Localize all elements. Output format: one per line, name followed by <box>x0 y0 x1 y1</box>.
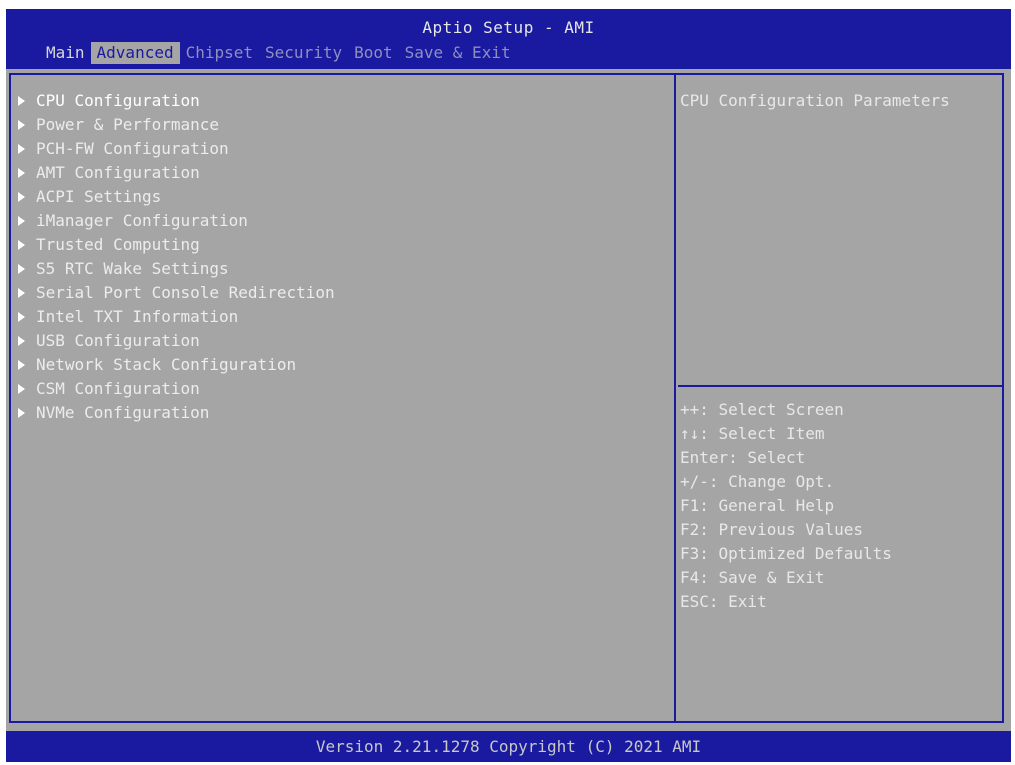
help-separator <box>678 385 1002 387</box>
tab-security[interactable]: Security <box>259 42 348 64</box>
tab-bar: Main Advanced Chipset Security Boot Save… <box>40 42 517 64</box>
menu-item-imanager-configuration[interactable]: iManager Configuration <box>18 209 335 233</box>
menu-item-label: Intel TXT Information <box>36 307 239 326</box>
right-triangle-icon <box>18 120 25 130</box>
tab-boot[interactable]: Boot <box>348 42 399 64</box>
right-triangle-icon <box>18 168 25 178</box>
bios-screen: Aptio Setup - AMI Main Advanced Chipset … <box>6 9 1011 762</box>
menu-item-nvme-configuration[interactable]: NVMe Configuration <box>18 401 335 425</box>
right-triangle-icon <box>18 384 25 394</box>
advanced-menu: CPU Configuration Power & Performance PC… <box>18 89 335 425</box>
right-triangle-icon <box>18 360 25 370</box>
panel-divider <box>674 73 676 723</box>
key-help-select-screen: ++: Select Screen <box>680 400 844 419</box>
menu-item-usb-configuration[interactable]: USB Configuration <box>18 329 335 353</box>
menu-item-cpu-configuration[interactable]: CPU Configuration <box>18 89 335 113</box>
app-title: Aptio Setup - AMI <box>422 18 595 37</box>
key-help-f3: F3: Optimized Defaults <box>680 544 892 563</box>
menu-item-label: PCH-FW Configuration <box>36 139 229 158</box>
item-description: CPU Configuration Parameters <box>680 91 950 110</box>
menu-item-amt-configuration[interactable]: AMT Configuration <box>18 161 335 185</box>
key-help-f4: F4: Save & Exit <box>680 568 825 587</box>
right-triangle-icon <box>18 216 25 226</box>
key-help-select-item: ↑↓: Select Item <box>680 424 825 443</box>
right-triangle-icon <box>18 408 25 418</box>
menu-item-label: CPU Configuration <box>36 91 200 110</box>
tab-advanced[interactable]: Advanced <box>90 42 180 64</box>
header-divider <box>6 64 1011 69</box>
right-triangle-icon <box>18 312 25 322</box>
right-triangle-icon <box>18 96 25 106</box>
menu-item-label: iManager Configuration <box>36 211 248 230</box>
tab-chipset[interactable]: Chipset <box>180 42 259 64</box>
key-help-f2: F2: Previous Values <box>680 520 864 539</box>
menu-item-label: ACPI Settings <box>36 187 162 206</box>
version-footer: Version 2.21.1278 Copyright (C) 2021 AMI <box>6 731 1011 762</box>
menu-item-trusted-computing[interactable]: Trusted Computing <box>18 233 335 257</box>
menu-item-csm-configuration[interactable]: CSM Configuration <box>18 377 335 401</box>
menu-item-serial-port-console-redirection[interactable]: Serial Port Console Redirection <box>18 281 335 305</box>
menu-item-label: NVMe Configuration <box>36 403 210 422</box>
right-triangle-icon <box>18 192 25 202</box>
menu-item-label: S5 RTC Wake Settings <box>36 259 229 278</box>
key-help-esc: ESC: Exit <box>680 592 767 611</box>
menu-item-label: Serial Port Console Redirection <box>36 283 335 302</box>
menu-item-pch-fw-configuration[interactable]: PCH-FW Configuration <box>18 137 335 161</box>
menu-item-s5-rtc-wake-settings[interactable]: S5 RTC Wake Settings <box>18 257 335 281</box>
key-help-list: ++: Select Screen ↑↓: Select Item Enter:… <box>680 398 892 614</box>
menu-item-label: Network Stack Configuration <box>36 355 297 374</box>
tab-save-exit[interactable]: Save & Exit <box>399 42 517 64</box>
tab-main[interactable]: Main <box>40 42 91 64</box>
right-triangle-icon <box>18 144 25 154</box>
right-triangle-icon <box>18 336 25 346</box>
menu-item-label: Power & Performance <box>36 115 220 134</box>
right-triangle-icon <box>18 240 25 250</box>
menu-item-network-stack-configuration[interactable]: Network Stack Configuration <box>18 353 335 377</box>
key-help-enter: Enter: Select <box>680 448 806 467</box>
key-help-change-opt: +/-: Change Opt. <box>680 472 835 491</box>
key-help-f1: F1: General Help <box>680 496 835 515</box>
title-bar: Aptio Setup - AMI Main Advanced Chipset … <box>6 9 1011 64</box>
menu-item-label: Trusted Computing <box>36 235 200 254</box>
menu-item-intel-txt-information[interactable]: Intel TXT Information <box>18 305 335 329</box>
right-triangle-icon <box>18 288 25 298</box>
menu-item-power-performance[interactable]: Power & Performance <box>18 113 335 137</box>
menu-item-acpi-settings[interactable]: ACPI Settings <box>18 185 335 209</box>
menu-item-label: USB Configuration <box>36 331 200 350</box>
right-triangle-icon <box>18 264 25 274</box>
menu-item-label: CSM Configuration <box>36 379 200 398</box>
menu-item-label: AMT Configuration <box>36 163 200 182</box>
